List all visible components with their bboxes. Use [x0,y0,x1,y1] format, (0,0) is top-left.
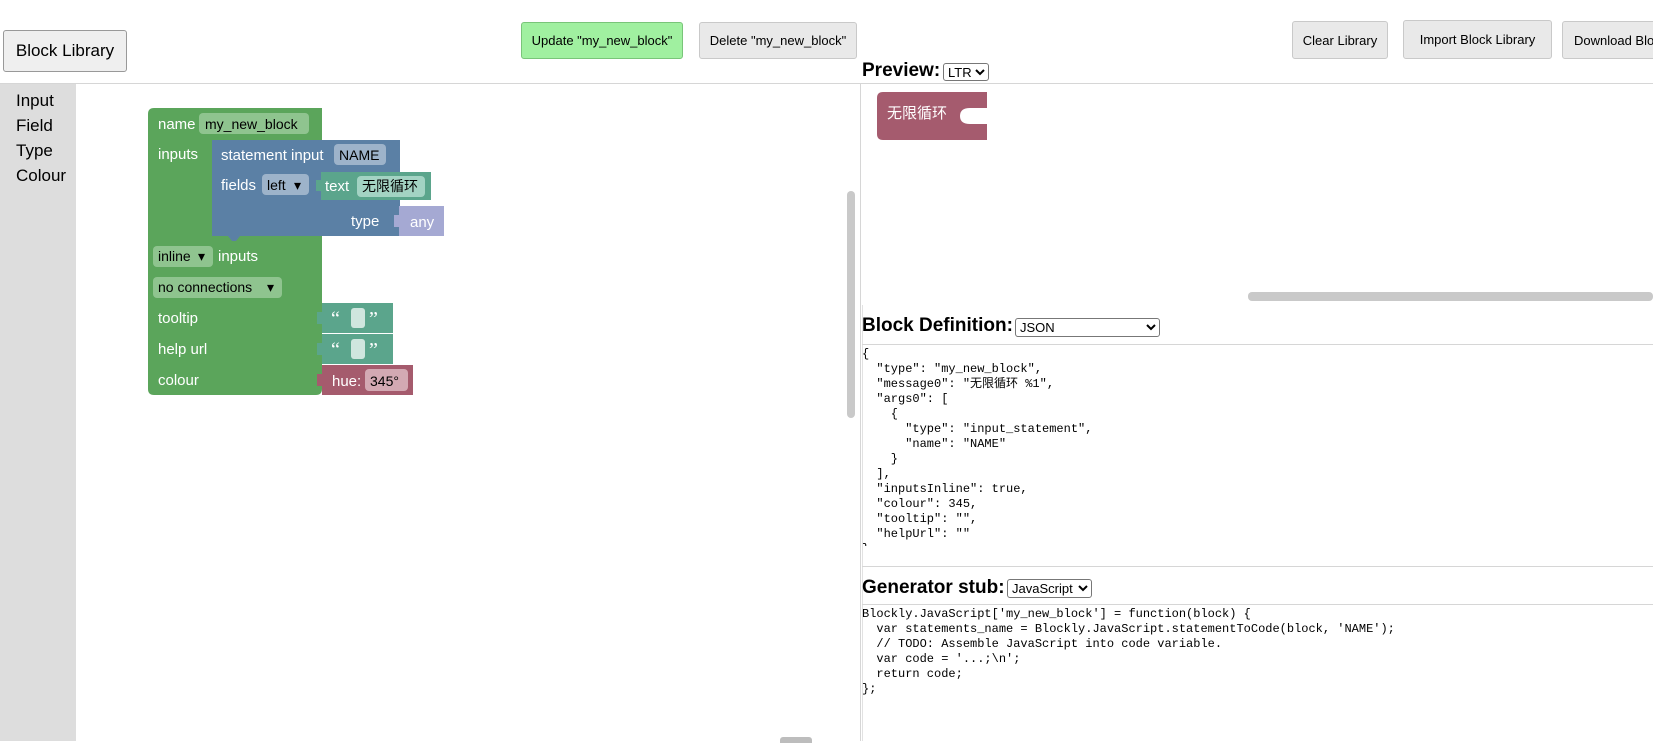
toolbox-item-field[interactable]: Field [16,116,53,136]
toolbox-item-type[interactable]: Type [16,141,53,161]
generator-stub-label: Generator stub: [862,577,1005,598]
panel-divider [860,83,861,741]
generator-stub-code[interactable]: Blockly.JavaScript['my_new_block'] = fun… [862,607,1652,727]
blockdef-bottom-divider [862,566,1653,567]
generator-language-select[interactable]: JavaScript [1007,579,1092,598]
toolbox-item-input[interactable]: Input [16,91,54,111]
download-library-button[interactable]: Download Block Library [1562,21,1653,59]
block-definition-format-select[interactable]: JSON [1015,318,1160,337]
preview-block-label: 无限循环 [887,105,947,122]
block-definition-label: Block Definition: [862,315,1013,336]
import-library-button[interactable]: Import Block Library [1403,20,1552,59]
preview-scrollbar[interactable] [1248,292,1653,301]
trash-can-icon[interactable] [780,737,812,743]
preview-direction-select[interactable]: LTR [943,63,989,81]
blockdef-top-divider [862,344,1653,345]
block-definition-code[interactable]: { "type": "my_new_block", "message0": "无… [862,347,1652,546]
preview-label: Preview: [862,60,941,81]
preview-block: 无限循环 [877,92,987,140]
clear-library-button[interactable]: Clear Library [1292,21,1388,59]
generator-top-divider [862,604,1653,605]
toolbox-item-colour[interactable]: Colour [16,166,66,186]
toolbox: Input Field Type Colour [0,84,76,741]
delete-block-button[interactable]: Delete "my_new_block" [699,22,857,59]
workspace-scrollbar[interactable] [847,191,855,418]
update-block-button[interactable]: Update "my_new_block" [521,22,683,59]
block-workspace[interactable] [76,84,860,741]
block-library-button[interactable]: Block Library [3,30,127,72]
